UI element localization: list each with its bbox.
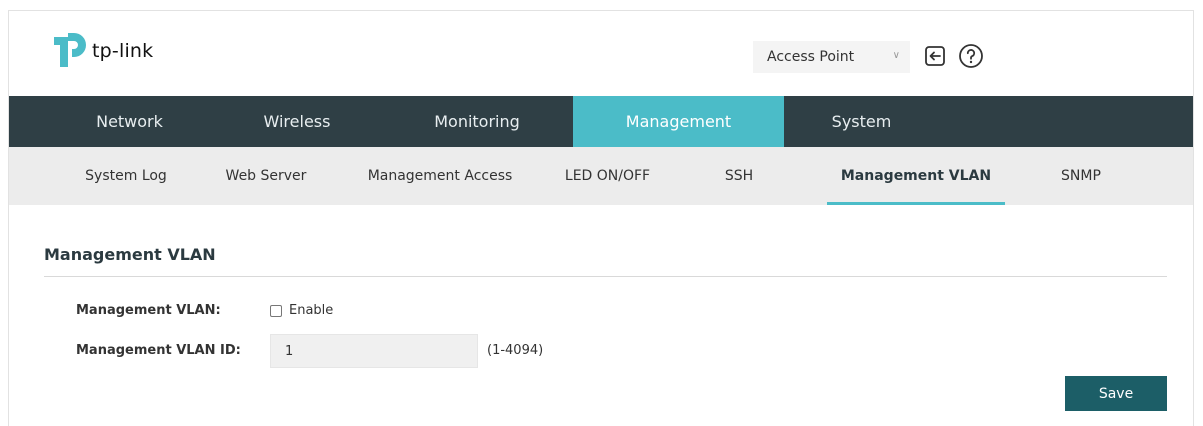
mode-select-value: Access Point	[767, 49, 855, 65]
subtab-management-access[interactable]: Management Access	[351, 147, 529, 205]
vlan-id-range-hint: (1-4094)	[487, 343, 544, 358]
help-icon[interactable]	[957, 42, 985, 70]
chevron-down-icon: ∨	[892, 50, 900, 61]
subtab-label: System Log	[85, 168, 167, 184]
subtab-system-log[interactable]: System Log	[71, 147, 181, 205]
subtab-snmp[interactable]: SNMP	[1047, 147, 1115, 205]
logout-icon[interactable]	[921, 42, 949, 70]
subtab-web-server[interactable]: Web Server	[211, 147, 321, 205]
tab-label: Management	[625, 112, 732, 131]
subtab-label: Management Access	[367, 168, 513, 184]
tab-label: System	[831, 112, 892, 131]
sub-nav: System Log Web Server Management Access …	[9, 147, 1193, 205]
checkbox-box[interactable]	[270, 304, 282, 317]
subtab-management-vlan[interactable]: Management VLAN	[827, 147, 1005, 205]
tab-monitoring[interactable]: Monitoring	[413, 96, 541, 147]
subtab-label: SNMP	[1061, 168, 1101, 184]
subtab-ssh[interactable]: SSH	[709, 147, 769, 205]
tab-label: Wireless	[263, 112, 331, 131]
logout-icon-svg	[925, 46, 945, 66]
section-title: Management VLAN	[44, 245, 216, 264]
vlan-id-input[interactable]: 1	[270, 334, 478, 368]
tab-network[interactable]: Network	[81, 96, 178, 147]
tp-link-logo: tp-link	[52, 30, 153, 72]
vlan-enable-checkbox[interactable]: Enable	[270, 303, 333, 318]
tab-management[interactable]: Management	[573, 96, 784, 147]
section-divider	[44, 276, 1167, 277]
subtab-label: LED ON/OFF	[564, 168, 651, 184]
header: tp-link Access Point ∨	[9, 11, 1193, 96]
vlan-id-value: 1	[285, 343, 294, 359]
checkbox-label: Enable	[289, 303, 334, 318]
vlan-enable-label: Management VLAN:	[76, 303, 221, 318]
help-icon-svg	[959, 44, 983, 68]
main-nav: Network Wireless Monitoring Management S…	[9, 96, 1193, 147]
subtab-label: Management VLAN	[840, 168, 992, 184]
brand-name: tp-link	[92, 40, 154, 62]
tab-label: Network	[96, 112, 163, 131]
save-button[interactable]: Save	[1065, 376, 1167, 411]
tab-wireless[interactable]: Wireless	[245, 96, 349, 147]
subtab-led-on-off[interactable]: LED ON/OFF	[554, 147, 661, 205]
subtab-label: SSH	[724, 168, 754, 184]
save-button-label: Save	[1098, 385, 1134, 402]
app-frame: tp-link Access Point ∨ Network Wireless	[8, 10, 1194, 426]
tab-label: Monitoring	[434, 112, 520, 131]
vlan-id-label: Management VLAN ID:	[76, 343, 241, 358]
mode-select[interactable]: Access Point ∨	[753, 41, 910, 73]
tp-link-logo-icon	[54, 33, 86, 67]
subtab-label: Web Server	[225, 168, 307, 184]
tab-system[interactable]: System	[812, 96, 911, 147]
